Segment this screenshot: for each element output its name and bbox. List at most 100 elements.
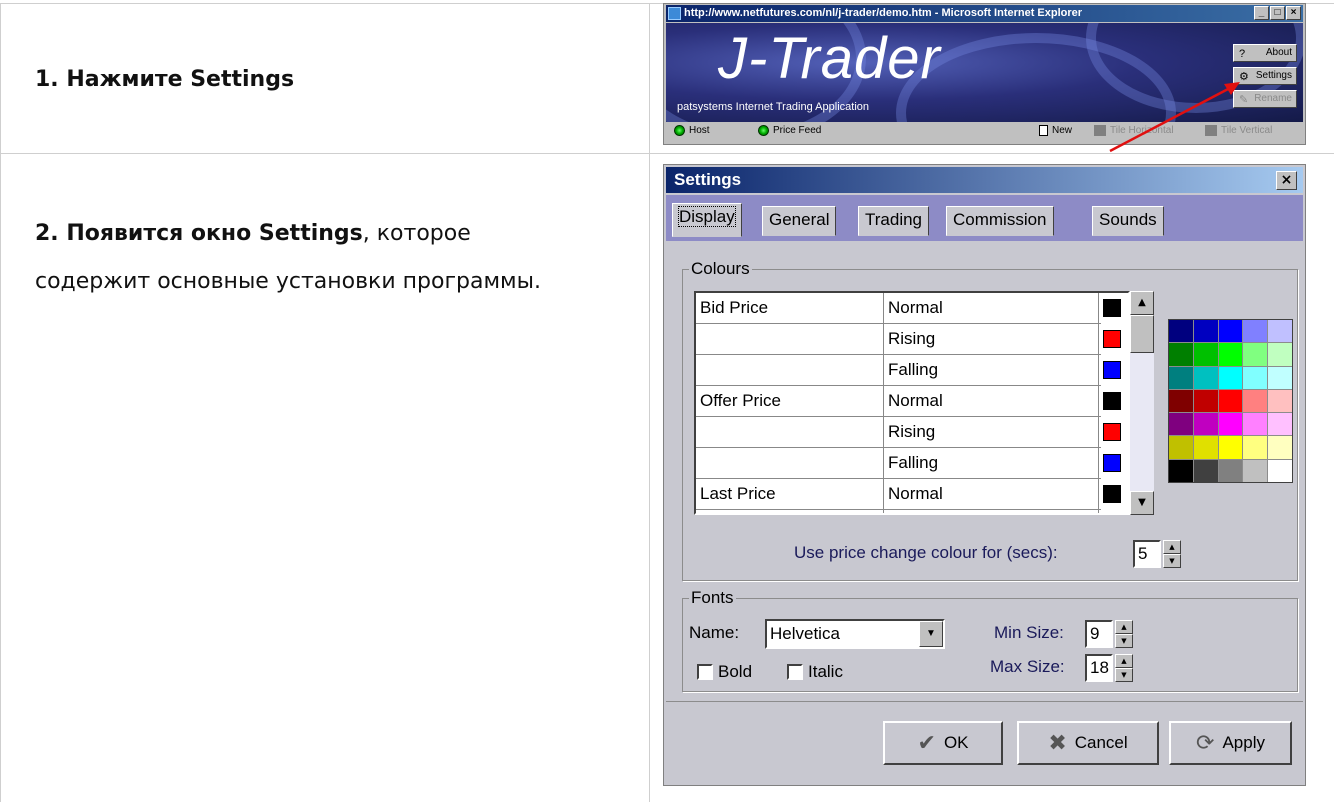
price-change-secs-input[interactable]: 5: [1133, 540, 1161, 568]
colour-row-state: Normal: [888, 298, 943, 317]
colour-table-row[interactable]: Bid Price Normal: [696, 293, 1121, 324]
palette-colour-cell[interactable]: [1218, 436, 1243, 459]
close-icon[interactable]: ×: [1276, 171, 1297, 190]
colour-swatch[interactable]: [1103, 299, 1121, 317]
palette-colour-cell[interactable]: [1243, 436, 1268, 459]
colour-table-row[interactable]: Rising: [696, 417, 1121, 448]
palette-colour-cell[interactable]: [1218, 320, 1243, 343]
tab-commission-label: Commission: [953, 210, 1047, 229]
ok-button[interactable]: ✔ OK: [883, 721, 1003, 765]
palette-colour-cell[interactable]: [1169, 459, 1193, 482]
palette-colour-cell[interactable]: [1218, 366, 1243, 389]
minimize-icon[interactable]: _: [1254, 6, 1269, 20]
chevron-down-icon[interactable]: ▼: [919, 621, 943, 647]
spin-down-icon[interactable]: ▼: [1115, 634, 1133, 648]
tab-general[interactable]: General: [762, 206, 837, 236]
step-1-text: 1. Нажмите Settings: [35, 56, 294, 104]
palette-colour-cell[interactable]: [1243, 389, 1268, 413]
settings-button[interactable]: ⚙ Settings: [1233, 67, 1297, 85]
palette-colour-cell[interactable]: [1243, 413, 1268, 436]
palette-colour-cell[interactable]: [1243, 343, 1268, 366]
italic-checkbox[interactable]: Italic: [787, 662, 843, 682]
spin-down-icon[interactable]: ▼: [1163, 554, 1181, 568]
colour-palette: [1168, 319, 1293, 483]
palette-colour-cell[interactable]: [1193, 366, 1218, 389]
max-size-input[interactable]: 18: [1085, 654, 1113, 682]
apply-button[interactable]: ⟳ Apply: [1169, 721, 1292, 765]
spin-down-icon[interactable]: ▼: [1115, 668, 1133, 682]
palette-colour-cell[interactable]: [1218, 413, 1243, 436]
palette-colour-cell[interactable]: [1193, 459, 1218, 482]
palette-colour-cell[interactable]: [1268, 366, 1292, 389]
tab-sounds[interactable]: Sounds: [1092, 206, 1164, 236]
rename-button[interactable]: ✎ Rename: [1233, 90, 1297, 108]
font-name-value: Helvetica: [770, 624, 840, 643]
italic-checkbox-box[interactable]: [787, 664, 803, 680]
spin-up-icon[interactable]: ▲: [1115, 654, 1133, 668]
tab-trading[interactable]: Trading: [858, 206, 930, 236]
maximize-icon[interactable]: □: [1270, 6, 1285, 20]
about-button[interactable]: ? About: [1233, 44, 1297, 62]
tab-commission[interactable]: Commission: [946, 206, 1054, 236]
palette-colour-cell[interactable]: [1243, 459, 1268, 482]
palette-colour-cell[interactable]: [1169, 320, 1193, 343]
palette-colour-cell[interactable]: [1169, 366, 1193, 389]
colour-swatch[interactable]: [1103, 361, 1121, 379]
palette-colour-cell[interactable]: [1218, 343, 1243, 366]
colour-swatch[interactable]: [1103, 454, 1121, 472]
min-size-input[interactable]: 9: [1085, 620, 1113, 648]
palette-colour-cell[interactable]: [1218, 459, 1243, 482]
palette-colour-cell[interactable]: [1193, 413, 1218, 436]
palette-colour-cell[interactable]: [1268, 413, 1292, 436]
scrollbar-thumb[interactable]: [1130, 315, 1154, 353]
scroll-down-icon[interactable]: ▼: [1130, 491, 1154, 515]
colour-table-row[interactable]: Offer Price Normal: [696, 386, 1121, 417]
new-button[interactable]: New: [1039, 125, 1072, 136]
colour-table[interactable]: Bid Price Normal Rising Falling Offer Price N…: [694, 291, 1130, 515]
bold-checkbox-box[interactable]: [697, 664, 713, 680]
palette-colour-cell[interactable]: [1268, 343, 1292, 366]
tab-trading-label: Trading: [865, 210, 923, 229]
colour-table-scrollbar[interactable]: ▲ ▼: [1130, 291, 1154, 515]
colour-table-row[interactable]: Rising: [696, 324, 1121, 355]
palette-colour-cell[interactable]: [1169, 343, 1193, 366]
tab-display[interactable]: Display: [672, 203, 742, 237]
close-icon[interactable]: ×: [1286, 6, 1301, 20]
colour-swatch[interactable]: [1103, 423, 1121, 441]
tab-display-label: Display: [678, 206, 736, 227]
tab-general-label: General: [769, 210, 830, 229]
min-size-stepper[interactable]: ▲ ▼: [1115, 620, 1133, 648]
palette-colour-cell[interactable]: [1218, 389, 1243, 413]
colour-table-row[interactable]: Falling: [696, 448, 1121, 479]
palette-colour-cell[interactable]: [1193, 320, 1218, 343]
max-size-stepper[interactable]: ▲ ▼: [1115, 654, 1133, 682]
new-document-icon: [1039, 125, 1048, 136]
palette-colour-cell[interactable]: [1268, 389, 1292, 413]
colour-table-row[interactable]: Falling: [696, 355, 1121, 386]
cancel-button[interactable]: ✖ Cancel: [1017, 721, 1159, 765]
spin-up-icon[interactable]: ▲: [1115, 620, 1133, 634]
colour-swatch[interactable]: [1103, 485, 1121, 503]
palette-colour-cell[interactable]: [1169, 413, 1193, 436]
colour-swatch[interactable]: [1103, 392, 1121, 410]
palette-colour-cell[interactable]: [1243, 366, 1268, 389]
colour-swatch[interactable]: [1103, 330, 1121, 348]
palette-colour-cell[interactable]: [1193, 389, 1218, 413]
palette-colour-cell[interactable]: [1169, 436, 1193, 459]
colour-row-state: Rising: [888, 329, 936, 348]
bold-checkbox[interactable]: Bold: [697, 662, 752, 682]
spin-up-icon[interactable]: ▲: [1163, 540, 1181, 554]
palette-colour-cell[interactable]: [1193, 343, 1218, 366]
palette-colour-cell[interactable]: [1193, 436, 1218, 459]
palette-colour-cell[interactable]: [1243, 320, 1268, 343]
palette-colour-cell[interactable]: [1268, 436, 1292, 459]
font-name-select[interactable]: Helvetica ▼: [765, 619, 945, 649]
scroll-up-icon[interactable]: ▲: [1130, 291, 1154, 315]
colour-table-row[interactable]: Last Price Normal: [696, 479, 1121, 510]
palette-colour-cell[interactable]: [1169, 389, 1193, 413]
palette-colour-cell[interactable]: [1268, 459, 1292, 482]
price-change-stepper[interactable]: ▲ ▼: [1163, 540, 1181, 568]
palette-colour-cell[interactable]: [1268, 320, 1292, 343]
tile-vertical-button[interactable]: Tile Vertical: [1205, 125, 1272, 136]
tile-horizontal-button[interactable]: Tile Horizontal: [1094, 125, 1174, 136]
